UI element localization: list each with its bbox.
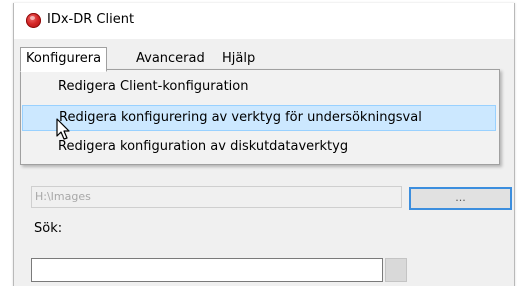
app-logo-icon — [26, 13, 41, 28]
search-label: Sök: — [34, 221, 63, 236]
screen: IDx-DR Client Konfigurera Avancerad Hjäl… — [0, 0, 527, 286]
menu-item-edit-disk-output-tool-config[interactable]: Redigera konfiguration av diskutdataverk… — [22, 134, 496, 160]
title-bar[interactable]: IDx-DR Client — [14, 3, 514, 39]
konfigurera-dropdown-menu: Redigera Client-konfiguration Redigera k… — [20, 69, 500, 165]
menu-item-edit-exam-selection-tool-config[interactable]: Redigera konfigurering av verktyg för un… — [22, 105, 496, 131]
menu-hjalp[interactable]: Hjälp — [218, 48, 259, 70]
mouse-pointer-icon — [56, 118, 70, 140]
search-button[interactable] — [385, 258, 407, 282]
window-title: IDx-DR Client — [47, 12, 135, 27]
menu-item-edit-client-config[interactable]: Redigera Client-konfiguration — [22, 74, 496, 100]
menu-konfigurera[interactable]: Konfigurera — [20, 47, 108, 72]
browse-button[interactable]: ... — [409, 187, 512, 210]
menu-avancerad[interactable]: Avancerad — [132, 48, 209, 70]
search-input[interactable] — [31, 258, 383, 282]
images-path-field: H:\Images — [31, 186, 402, 208]
